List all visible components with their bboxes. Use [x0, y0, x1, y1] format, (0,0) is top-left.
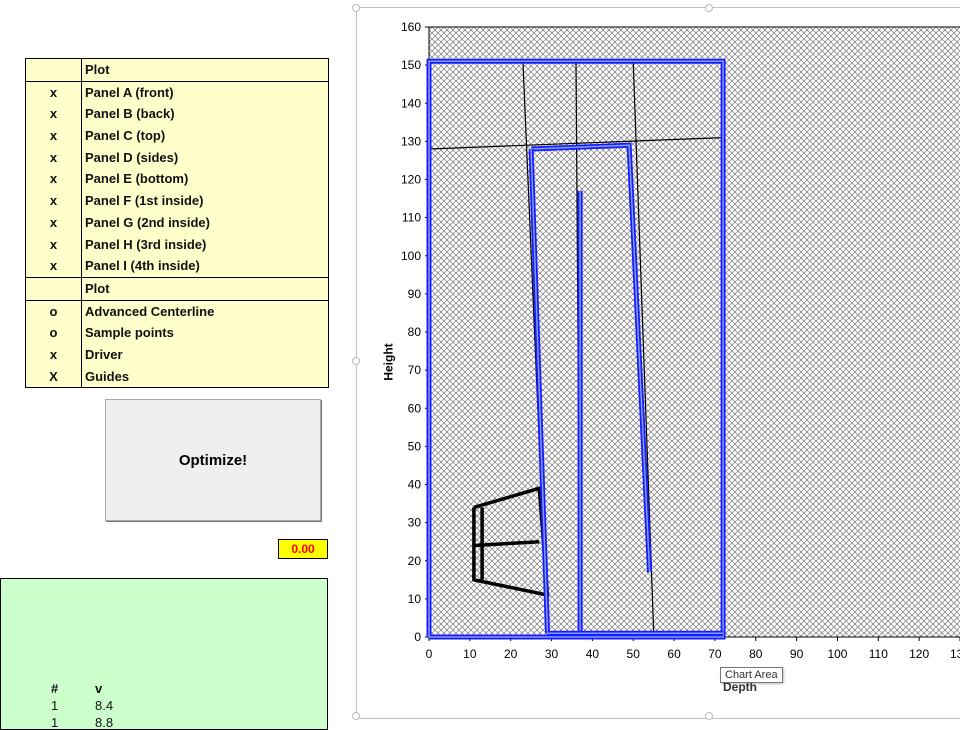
- results-header: # v: [51, 681, 155, 696]
- panel-mark[interactable]: x: [26, 81, 82, 104]
- row-value: 8.4: [95, 698, 114, 713]
- option-label: Driver: [85, 346, 123, 362]
- panel-mark[interactable]: x: [26, 168, 82, 191]
- panel-mark[interactable]: x: [26, 103, 82, 126]
- chart-resize-handle[interactable]: [705, 712, 713, 720]
- panel-label: Panel F (1st inside): [85, 193, 204, 209]
- option-label: Advanced Centerline: [85, 303, 215, 319]
- chart-resize-handle[interactable]: [352, 4, 360, 12]
- row-value: 8.8: [95, 715, 114, 730]
- panel-row[interactable]: x Panel B (back): [26, 103, 328, 126]
- panel-label: Panel C (top): [85, 128, 166, 144]
- chart-area[interactable]: [356, 7, 960, 719]
- panel-row[interactable]: x Panel A (front): [26, 81, 328, 104]
- option-mark[interactable]: X: [26, 365, 82, 388]
- option-row[interactable]: x Driver: [26, 343, 328, 366]
- panel-row[interactable]: x Panel H (3rd inside): [26, 233, 328, 256]
- panel-label: Panel B (back): [85, 106, 175, 122]
- panel-label: Panel A (front): [85, 84, 174, 100]
- panel-mark[interactable]: x: [26, 190, 82, 212]
- chart-area-tooltip: Chart Area: [720, 667, 783, 683]
- panel-label: Panel G (2nd inside): [85, 214, 210, 230]
- panel-label: Panel I (4th inside): [85, 258, 200, 274]
- chart-resize-handle[interactable]: [705, 4, 713, 12]
- option-mark[interactable]: o: [26, 322, 82, 344]
- option-row[interactable]: o Sample points: [26, 322, 328, 344]
- panel-mark[interactable]: x: [26, 125, 82, 147]
- option-label: Sample points: [85, 325, 174, 341]
- panel-mark[interactable]: x: [26, 146, 82, 169]
- panel-label: Panel H (3rd inside): [85, 236, 207, 252]
- panel-row[interactable]: x Panel E (bottom): [26, 168, 328, 191]
- panel-mark[interactable]: x: [26, 211, 82, 234]
- value-header: v: [95, 681, 103, 696]
- chart-resize-handle[interactable]: [352, 357, 360, 365]
- results-row: 1 8.4: [51, 698, 155, 713]
- plot-options-table: Plot x Panel A (front) x Panel B (back) xP…: [25, 58, 329, 389]
- panel-rows: x Panel A (front) x Panel B (back) x Panel …: [26, 81, 328, 277]
- option-label: Guides: [85, 368, 130, 384]
- y-axis-title: Height: [381, 343, 396, 381]
- option-mark[interactable]: x: [26, 343, 82, 366]
- row-index: 1: [51, 715, 59, 730]
- panel-label: Panel D (sides): [85, 149, 179, 165]
- option-row[interactable]: o Advanced Centerline: [26, 300, 328, 323]
- option-row[interactable]: X Guides: [26, 365, 328, 388]
- plot-header: Plot: [85, 62, 110, 77]
- results-row: 1 8.8: [51, 715, 155, 730]
- plot-header-row: Plot: [26, 59, 328, 82]
- optimize-button[interactable]: Optimize!: [105, 399, 321, 521]
- option-mark[interactable]: o: [26, 300, 82, 323]
- results-panel: # v 1 8.4 1 8.8: [0, 578, 328, 730]
- panel-row[interactable]: x Panel D (sides): [26, 146, 328, 169]
- plot-header: Plot: [85, 280, 110, 296]
- result-value-cell[interactable]: 0.00: [278, 539, 328, 559]
- plot-header-row-2: Plot: [26, 276, 328, 301]
- panel-mark[interactable]: x: [26, 255, 82, 277]
- panel-row[interactable]: x Panel C (top): [26, 125, 328, 147]
- chart-resize-handle[interactable]: [352, 712, 360, 720]
- row-index: 1: [51, 698, 59, 713]
- panel-label: Panel E (bottom): [85, 171, 189, 187]
- index-header: #: [51, 681, 59, 696]
- panel-row[interactable]: x Panel G (2nd inside): [26, 211, 328, 234]
- panel-row[interactable]: x Panel F (1st inside): [26, 190, 328, 212]
- panel-row[interactable]: x Panel I (4th inside): [26, 255, 328, 277]
- panel-mark[interactable]: x: [26, 233, 82, 256]
